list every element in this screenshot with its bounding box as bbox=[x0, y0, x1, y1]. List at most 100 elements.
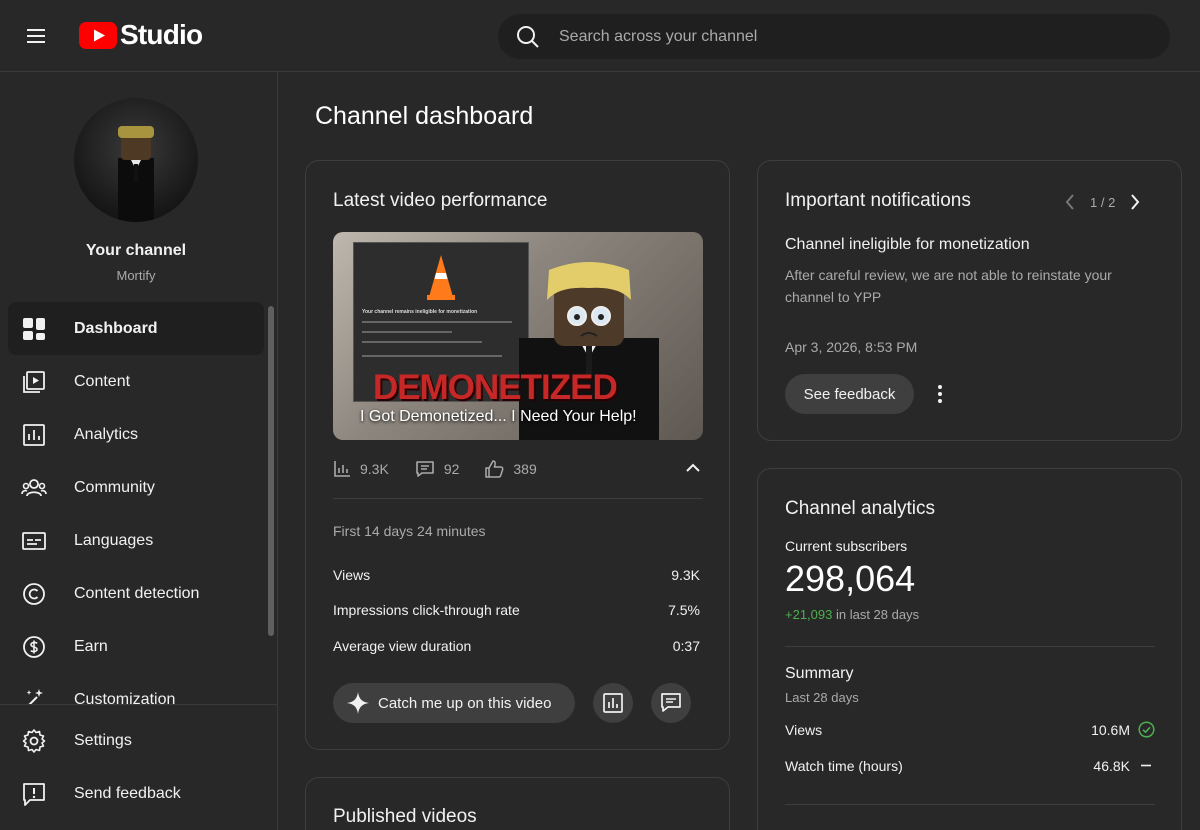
search-input[interactable] bbox=[559, 27, 1119, 46]
studio-logo[interactable]: Studio bbox=[79, 19, 203, 50]
metric-value: 9.3K bbox=[671, 567, 700, 583]
thumbnail-panel-text: Your channel remains ineligible for mone… bbox=[362, 309, 478, 315]
subscribers-delta-value: +21,093 bbox=[785, 607, 833, 622]
chevron-up-icon[interactable] bbox=[686, 463, 700, 473]
sidebar-scrollbar[interactable] bbox=[268, 306, 274, 636]
thumbnail-panel-line bbox=[362, 341, 482, 343]
hamburger-menu-icon[interactable] bbox=[24, 24, 48, 48]
catch-me-up-button[interactable]: Catch me up on this video bbox=[333, 683, 575, 723]
sidebar-item-analytics[interactable]: Analytics bbox=[8, 408, 264, 461]
comment-icon bbox=[416, 461, 434, 477]
sidebar-item-content[interactable]: Content bbox=[8, 355, 264, 408]
sidebar-item-earn[interactable]: Earn bbox=[8, 620, 264, 673]
metric-row-ctr: Impressions click-through rate 7.5% bbox=[333, 602, 700, 618]
dashboard-icon bbox=[23, 317, 45, 340]
analytics-row-label: Watch time (hours) bbox=[785, 757, 903, 774]
content-icon bbox=[23, 370, 45, 393]
sidebar-item-label: Analytics bbox=[74, 425, 139, 443]
card-title: Channel analytics bbox=[785, 498, 935, 519]
section-divider bbox=[785, 804, 1155, 805]
metric-label: Average view duration bbox=[333, 638, 472, 654]
metric-label: Views bbox=[333, 567, 371, 583]
sidebar-item-languages[interactable]: Languages bbox=[8, 514, 264, 567]
section-divider bbox=[785, 646, 1155, 647]
search-bar bbox=[498, 14, 1170, 59]
see-feedback-button[interactable]: See feedback bbox=[785, 374, 914, 414]
metric-row-views: Views 9.3K bbox=[333, 567, 700, 583]
analytics-row-value: 46.8K bbox=[1093, 757, 1130, 774]
sidebar-item-dashboard[interactable]: Dashboard bbox=[8, 302, 264, 355]
sidebar-item-label: Settings bbox=[74, 731, 132, 749]
sidebar-nav: Dashboard Content Analytics Community La… bbox=[0, 302, 272, 704]
thumbnail-panel-line bbox=[362, 321, 512, 323]
video-thumbnail[interactable]: Your channel remains ineligible for mone… bbox=[333, 232, 703, 440]
subscribers-delta: +21,093 in last 28 days bbox=[785, 607, 919, 622]
sidebar-item-label: Languages bbox=[74, 531, 154, 549]
comments-count: 92 bbox=[443, 461, 460, 477]
channel-title[interactable]: Your channel bbox=[0, 242, 272, 260]
comment-icon bbox=[661, 693, 681, 712]
analytics-row-label: Views bbox=[785, 721, 823, 738]
community-icon bbox=[21, 478, 47, 496]
notification-date: Apr 3, 2026, 8:53 PM bbox=[785, 339, 918, 355]
languages-icon bbox=[22, 531, 46, 550]
analytics-icon bbox=[603, 693, 623, 713]
notification-body: After careful review, we are not able to… bbox=[785, 267, 1112, 305]
metric-value: 7.5% bbox=[668, 602, 700, 618]
catch-me-up-label: Catch me up on this video bbox=[378, 694, 552, 712]
sparkle-icon bbox=[347, 692, 369, 714]
chevron-left-icon[interactable] bbox=[1064, 193, 1076, 211]
notifications-card: Important notifications 1 / 2 Channel in… bbox=[757, 160, 1182, 441]
sidebar-item-label: Dashboard bbox=[74, 319, 158, 337]
metric-row-avg-duration: Average view duration 0:37 bbox=[333, 638, 700, 654]
feedback-icon bbox=[23, 782, 45, 806]
sidebar-item-label: Send feedback bbox=[74, 784, 181, 802]
check-circle-icon bbox=[1138, 721, 1155, 738]
traffic-cone-icon bbox=[427, 255, 455, 300]
sidebar-item-community[interactable]: Community bbox=[8, 461, 264, 514]
sidebar-item-settings[interactable]: Settings bbox=[8, 714, 264, 767]
sidebar: Your channel Mortify Dashboard Content A… bbox=[0, 72, 278, 830]
more-options-icon[interactable] bbox=[931, 383, 949, 405]
thumbnail-panel-line bbox=[362, 355, 502, 357]
notifications-pager: 1 / 2 bbox=[1064, 193, 1141, 211]
search-icon[interactable] bbox=[515, 24, 541, 50]
chevron-right-icon[interactable] bbox=[1129, 193, 1141, 211]
top-app-bar: Studio bbox=[0, 0, 1200, 72]
sidebar-item-customization[interactable]: Customization bbox=[8, 673, 264, 704]
published-videos-card: Published videos bbox=[305, 777, 730, 830]
sidebar-item-send-feedback[interactable]: Send feedback bbox=[8, 767, 264, 820]
thumbnail-panel-line bbox=[362, 331, 452, 333]
subscribers-label: Current subscribers bbox=[785, 538, 908, 554]
magic-wand-icon bbox=[26, 688, 43, 704]
latest-video-card: Latest video performance Your channel re… bbox=[305, 160, 730, 750]
card-title: Published videos bbox=[333, 806, 477, 827]
subscribers-delta-suffix: in last 28 days bbox=[832, 607, 920, 622]
video-comments-button[interactable] bbox=[651, 683, 691, 723]
sidebar-item-content-detection[interactable]: Content detection bbox=[8, 567, 264, 620]
card-title: Latest video performance bbox=[333, 190, 548, 211]
analytics-row-views: Views 10.6M bbox=[785, 721, 1155, 738]
gear-icon bbox=[22, 728, 46, 753]
card-title: Important notifications bbox=[785, 190, 971, 211]
page-title: Channel dashboard bbox=[315, 102, 534, 130]
bar-chart-icon bbox=[334, 461, 350, 477]
views-stat[interactable]: 9.3K bbox=[333, 460, 389, 478]
sidebar-item-label: Content detection bbox=[74, 584, 200, 602]
likes-count: 389 bbox=[513, 461, 537, 477]
summary-title: Summary bbox=[785, 665, 854, 682]
analytics-row-watch-time: Watch time (hours) 46.8K bbox=[785, 757, 1155, 774]
video-stats-row: 9.3K 92 389 bbox=[333, 459, 703, 479]
summary-period: Last 28 days bbox=[785, 690, 859, 705]
sidebar-item-label: Community bbox=[74, 478, 155, 496]
sidebar-item-label: Customization bbox=[74, 690, 176, 705]
metric-value: 0:37 bbox=[672, 638, 700, 654]
channel-avatar[interactable] bbox=[74, 98, 198, 222]
youtube-logo-icon bbox=[79, 21, 117, 49]
dash-icon bbox=[1141, 764, 1151, 767]
comments-stat[interactable]: 92 bbox=[415, 460, 460, 478]
video-analytics-button[interactable] bbox=[593, 683, 633, 723]
copyright-icon bbox=[23, 582, 45, 605]
likes-stat[interactable]: 389 bbox=[485, 460, 537, 478]
stats-period: First 14 days 24 minutes bbox=[333, 523, 486, 539]
